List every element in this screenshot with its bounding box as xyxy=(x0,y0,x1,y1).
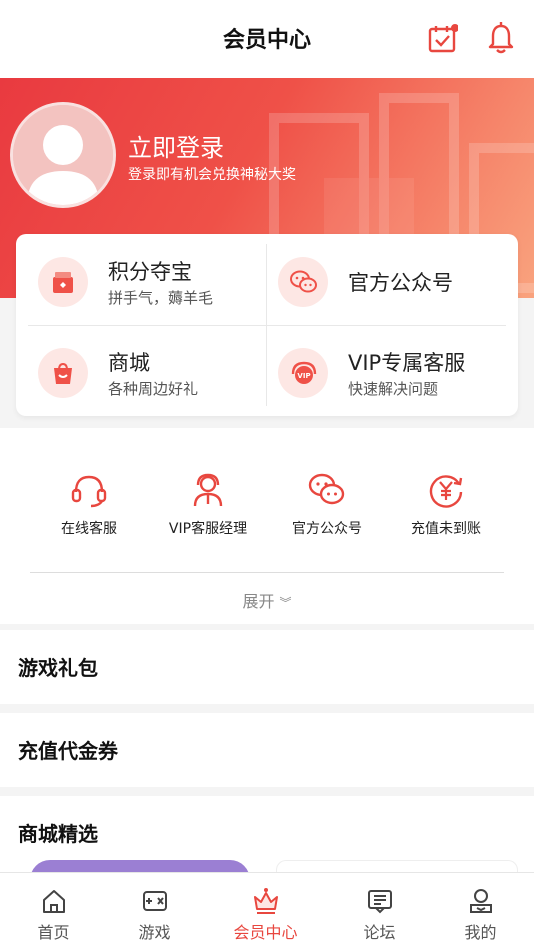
chevron-down-icon: ︾ xyxy=(279,596,292,610)
vip-headset-icon: VIP xyxy=(278,348,328,398)
section-title: 游戏礼包 xyxy=(18,656,98,680)
service-shortcuts: 在线客服 VIP客服经理 官方公众号 充值未到账 展开 ︾ xyxy=(0,428,534,624)
divider xyxy=(30,572,504,573)
service-label: 充值未到账 xyxy=(411,521,481,537)
service-online-support[interactable]: 在线客服 xyxy=(29,472,149,538)
tab-games[interactable]: 游戏 xyxy=(101,887,208,943)
service-vip-manager[interactable]: VIP客服经理 xyxy=(148,472,268,538)
headset-icon xyxy=(71,475,107,508)
service-label: VIP客服经理 xyxy=(168,521,248,537)
feature-subtitle: 快速解决问题 xyxy=(348,380,439,398)
login-subtitle: 登录即有机会兑换神秘大奖 xyxy=(128,167,296,183)
tab-label: 会员中心 xyxy=(233,923,298,942)
feature-mall[interactable]: 商城 各种周边好礼 xyxy=(16,325,266,416)
feature-subtitle: 各种周边好礼 xyxy=(108,380,199,398)
tab-profile[interactable]: 我的 xyxy=(427,887,534,943)
top-bar: 会员中心 xyxy=(0,0,534,78)
tab-label: 游戏 xyxy=(138,923,171,942)
expand-label: 展开 xyxy=(242,592,275,611)
login-title[interactable]: 立即登录 xyxy=(128,128,224,163)
bottom-tab-bar: 首页 游戏 会员中心 论坛 我的 xyxy=(0,872,534,950)
gift-box-icon xyxy=(38,257,88,307)
notification-bell-icon[interactable] xyxy=(486,22,516,54)
feature-title: 官方公众号 xyxy=(348,271,453,295)
wechat-icon xyxy=(278,257,328,307)
tab-member-center[interactable]: 会员中心 xyxy=(212,887,319,943)
feature-card: 积分夺宝 拼手气，薅羊毛 官方公众号 商城 各种周边好礼 VIP VIP专属客服… xyxy=(16,234,518,416)
service-label: 在线客服 xyxy=(61,521,117,537)
service-label: 官方公众号 xyxy=(292,521,362,537)
service-manager-icon xyxy=(193,473,223,507)
feature-points-lottery[interactable]: 积分夺宝 拼手气，薅羊毛 xyxy=(16,234,266,325)
section-game-gift[interactable]: 游戏礼包 xyxy=(0,630,534,704)
gamepad-icon xyxy=(142,891,167,911)
tab-label: 我的 xyxy=(464,923,497,942)
feature-vip-service[interactable]: VIP VIP专属客服 快速解决问题 xyxy=(266,325,516,416)
tab-label: 首页 xyxy=(37,923,70,942)
crown-icon xyxy=(253,888,278,914)
section-title: 充值代金券 xyxy=(18,739,118,763)
section-title: 商城精选 xyxy=(18,822,98,846)
expand-button[interactable]: 展开 ︾ xyxy=(0,588,534,612)
yen-refresh-icon xyxy=(429,475,463,508)
svg-text:VIP: VIP xyxy=(297,372,310,380)
feature-subtitle: 拼手气，薅羊毛 xyxy=(108,289,214,307)
feature-title: VIP专属客服 xyxy=(348,351,466,375)
shopping-bag-icon xyxy=(38,348,88,398)
feature-title: 积分夺宝 xyxy=(108,260,192,284)
tab-home[interactable]: 首页 xyxy=(0,887,107,943)
forum-icon xyxy=(367,890,392,914)
wechat-icon xyxy=(308,473,345,505)
tab-forum[interactable]: 论坛 xyxy=(326,887,433,943)
home-icon xyxy=(42,890,65,913)
service-official-account[interactable]: 官方公众号 xyxy=(267,472,387,538)
checkin-calendar-icon[interactable] xyxy=(428,24,458,54)
section-voucher[interactable]: 充值代金券 xyxy=(0,713,534,787)
default-user-icon xyxy=(13,105,113,205)
feature-official-account[interactable]: 官方公众号 xyxy=(266,234,516,325)
avatar[interactable] xyxy=(10,102,116,208)
tab-label: 论坛 xyxy=(363,923,396,942)
profile-icon xyxy=(469,889,492,913)
service-recharge-issue[interactable]: 充值未到账 xyxy=(386,472,506,538)
feature-title: 商城 xyxy=(108,351,150,375)
